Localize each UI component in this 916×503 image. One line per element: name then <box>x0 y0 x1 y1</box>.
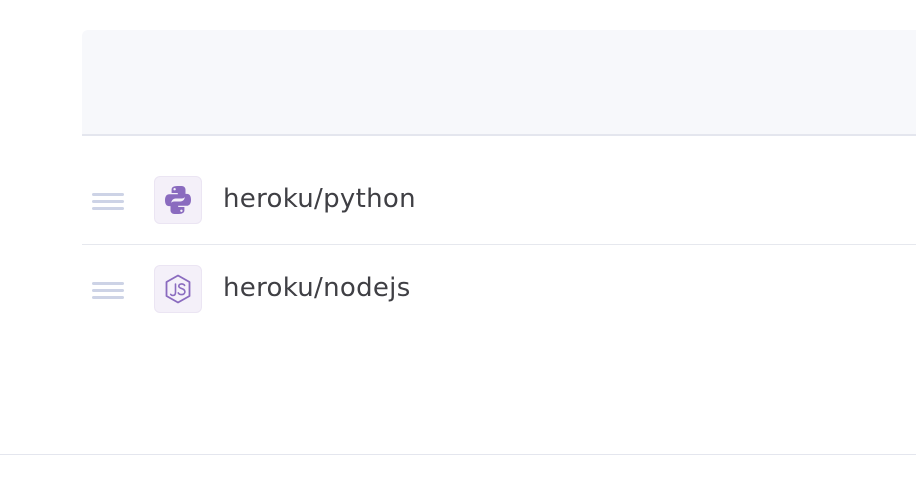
panel-header <box>82 30 916 136</box>
buildpack-list: heroku/python heroku/nodejs <box>82 136 916 334</box>
buildpack-name: heroku/nodejs <box>223 273 411 303</box>
buildpack-row-python: heroku/python <box>82 136 916 244</box>
drag-handle-icon[interactable] <box>92 280 124 302</box>
python-icon <box>154 176 202 224</box>
nodejs-icon <box>154 265 202 313</box>
section-divider <box>0 454 916 455</box>
drag-handle-icon[interactable] <box>92 191 124 213</box>
buildpacks-page: heroku/python heroku/nodejs <box>0 0 916 503</box>
buildpack-row-nodejs: heroku/nodejs <box>82 244 916 334</box>
buildpack-name: heroku/python <box>223 184 416 214</box>
